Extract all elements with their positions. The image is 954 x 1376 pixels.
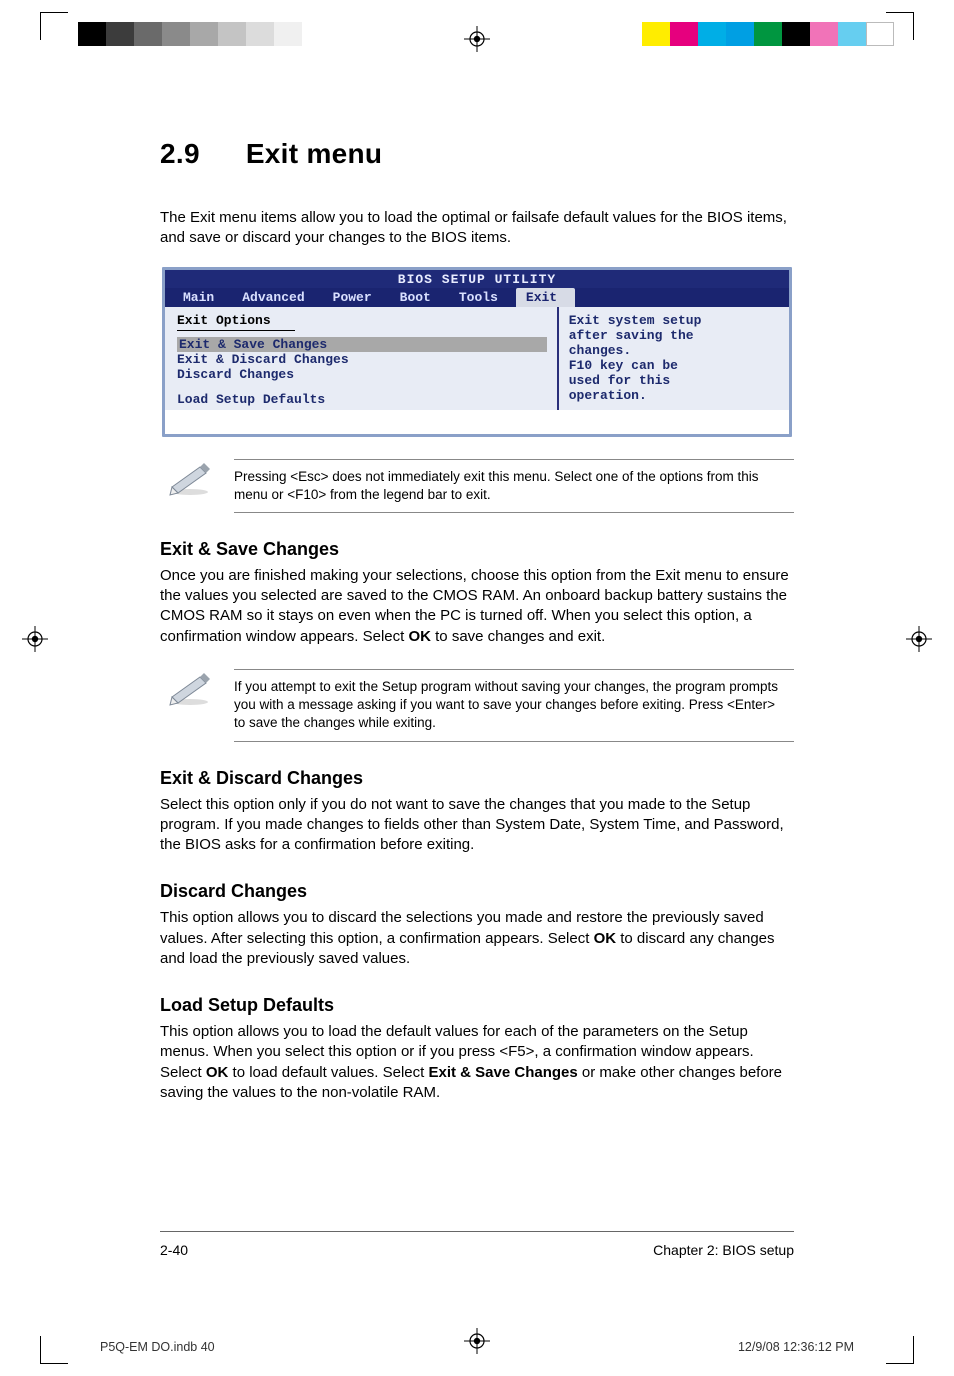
slug-date: 12/9/08 12:36:12 PM <box>738 1340 854 1354</box>
print-slug: P5Q-EM DO.indb 40 12/9/08 12:36:12 PM <box>100 1340 854 1354</box>
crop-mark <box>882 1332 914 1364</box>
subheading-exit-discard: Exit & Discard Changes <box>160 768 794 789</box>
bios-options-header: Exit Options <box>177 313 547 328</box>
registration-mark-icon <box>22 626 48 652</box>
torn-edge-decoration <box>163 410 791 436</box>
bios-tab-advanced: Advanced <box>232 288 322 307</box>
bios-title: BIOS SETUP UTILITY <box>165 270 789 288</box>
paragraph: Select this option only if you do not wa… <box>160 795 794 856</box>
bios-tab-main: Main <box>173 288 232 307</box>
page-frame: 2.9 Exit menu The Exit menu items allow … <box>100 100 854 1276</box>
paragraph: This option allows you to discard the se… <box>160 908 794 969</box>
bios-option-selected: Exit & Save Changes <box>177 337 547 352</box>
subheading-load-defaults: Load Setup Defaults <box>160 995 794 1016</box>
bios-help-line: used for this <box>569 373 779 388</box>
note-block: Pressing <Esc> does not immediately exit… <box>166 459 794 513</box>
bios-help-line: changes. <box>569 343 779 358</box>
note-block: If you attempt to exit the Setup program… <box>166 669 794 742</box>
paragraph: Once you are finished making your select… <box>160 566 794 647</box>
registration-mark-icon <box>906 626 932 652</box>
note-text: Pressing <Esc> does not immediately exit… <box>234 459 794 513</box>
paragraph: This option allows you to load the defau… <box>160 1022 794 1103</box>
page-footer: 2-40 Chapter 2: BIOS setup <box>160 1231 794 1258</box>
pencil-note-icon <box>166 669 214 712</box>
bios-tab-exit: Exit <box>516 288 575 307</box>
bios-help-line: operation. <box>569 388 779 403</box>
pencil-note-icon <box>166 459 214 502</box>
bios-tab-bar: Main Advanced Power Boot Tools Exit <box>165 288 789 307</box>
bios-help-line: Exit system setup <box>569 313 779 328</box>
chapter-label: Chapter 2: BIOS setup <box>653 1242 794 1258</box>
bios-help-line: after saving the <box>569 328 779 343</box>
bios-utility-screenshot: BIOS SETUP UTILITY Main Advanced Power B… <box>162 267 792 437</box>
bios-help-line: F10 key can be <box>569 358 779 373</box>
registration-mark-icon <box>464 26 490 52</box>
bios-tab-tools: Tools <box>449 288 516 307</box>
subheading-exit-save: Exit & Save Changes <box>160 539 794 560</box>
bios-tab-boot: Boot <box>390 288 449 307</box>
crop-mark <box>40 1332 72 1364</box>
section-number: 2.9 <box>160 138 200 170</box>
page-number: 2-40 <box>160 1242 188 1258</box>
bios-option: Load Setup Defaults <box>177 392 547 407</box>
slug-file: P5Q-EM DO.indb 40 <box>100 1340 215 1354</box>
section-title-text: Exit menu <box>246 138 383 170</box>
subheading-discard: Discard Changes <box>160 881 794 902</box>
bios-tab-power: Power <box>323 288 390 307</box>
note-text: If you attempt to exit the Setup program… <box>234 669 794 742</box>
section-heading: 2.9 Exit menu <box>160 138 794 170</box>
intro-paragraph: The Exit menu items allow you to load th… <box>160 208 794 249</box>
bios-option: Exit & Discard Changes <box>177 352 547 367</box>
bios-option: Discard Changes <box>177 367 547 382</box>
